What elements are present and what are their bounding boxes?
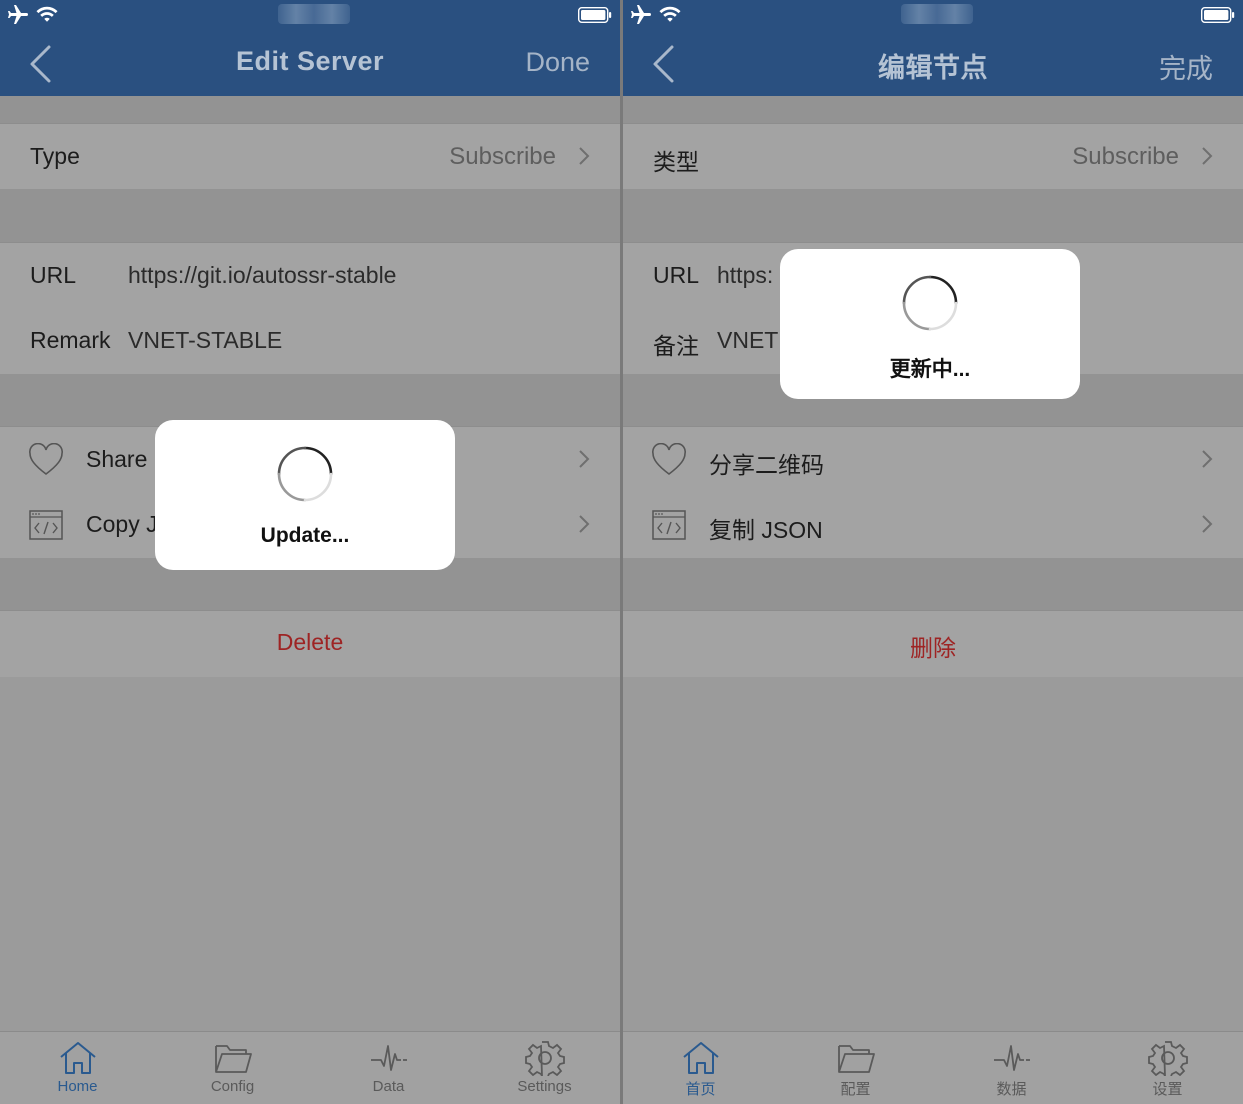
copy-json-label: 复制 JSON xyxy=(709,517,823,543)
tab-config[interactable]: Config xyxy=(155,1032,310,1104)
status-bar-time-blurred xyxy=(901,4,973,24)
tab-settings[interactable]: 设置 xyxy=(1090,1032,1243,1104)
tab-home-label: Home xyxy=(57,1078,98,1095)
tab-bar: 首页 配置 数据 设置 xyxy=(623,1031,1243,1104)
tab-data[interactable]: 数据 xyxy=(934,1032,1089,1104)
chevron-right-icon xyxy=(1202,515,1213,533)
section-spacer xyxy=(0,189,620,242)
url-label: URL xyxy=(653,262,700,288)
folder-icon xyxy=(215,1045,252,1073)
home-icon xyxy=(60,1042,96,1074)
section-spacer xyxy=(0,96,620,123)
url-label: URL xyxy=(30,262,77,288)
type-value: Subscribe xyxy=(1072,143,1179,170)
tab-data-label: 数据 xyxy=(996,1081,1027,1098)
type-label: 类型 xyxy=(653,149,699,175)
pulse-icon xyxy=(371,1045,407,1071)
remark-field[interactable]: VNET-STABLE xyxy=(128,327,282,354)
section-spacer xyxy=(623,189,1243,242)
done-button[interactable]: 完成 xyxy=(1159,47,1213,86)
url-field[interactable]: https://git.io/autossr-stable xyxy=(128,262,396,289)
copy-json-label: Copy J xyxy=(86,511,158,537)
screenshot-root: Edit Server Done Type Subscribe URL http… xyxy=(0,0,1243,1104)
copy-json-row[interactable]: 复制 JSON xyxy=(623,492,1243,558)
tab-data-label: Data xyxy=(372,1078,405,1095)
airplane-icon xyxy=(631,5,651,24)
phone-english: Edit Server Done Type Subscribe URL http… xyxy=(0,0,620,1104)
share-row[interactable]: 分享二维码 xyxy=(623,426,1243,493)
chevron-right-icon xyxy=(1202,450,1213,468)
share-label: Share xyxy=(86,446,148,472)
tab-config[interactable]: 配置 xyxy=(778,1032,933,1104)
remark-label: 备注 xyxy=(653,333,699,359)
heart-icon xyxy=(29,443,63,476)
tab-settings[interactable]: Settings xyxy=(467,1032,620,1104)
airplane-icon xyxy=(8,5,28,24)
tab-data[interactable]: Data xyxy=(311,1032,466,1104)
hud-status-text: 更新中... xyxy=(889,358,971,381)
delete-button[interactable]: 删除 xyxy=(623,629,1243,663)
hud-status-text: Update... xyxy=(260,524,350,547)
folder-icon xyxy=(838,1045,875,1073)
code-window-icon xyxy=(29,510,63,540)
page-title: 编辑节点 xyxy=(878,53,988,83)
tab-settings-label: Settings xyxy=(517,1078,572,1095)
wifi-icon xyxy=(36,6,58,22)
phone-chinese: 编辑节点 完成 类型 Subscribe URL https: 备注 VNET … xyxy=(623,0,1243,1104)
battery-icon xyxy=(1201,7,1235,23)
url-row[interactable]: URL https://git.io/autossr-stable xyxy=(0,242,620,309)
remark-label: Remark xyxy=(30,327,111,353)
tab-settings-label: 设置 xyxy=(1152,1081,1183,1098)
type-label: Type xyxy=(30,143,80,169)
progress-hud: 更新中... xyxy=(780,249,1080,399)
chevron-right-icon xyxy=(579,515,590,533)
section-spacer xyxy=(623,558,1243,610)
type-row[interactable]: Type Subscribe xyxy=(0,123,620,190)
tab-config-label: 配置 xyxy=(840,1081,871,1098)
delete-row[interactable]: Delete xyxy=(0,610,620,677)
remark-row[interactable]: Remark VNET-STABLE xyxy=(0,308,620,374)
done-button[interactable]: Done xyxy=(525,47,590,78)
pulse-icon xyxy=(994,1045,1030,1071)
nav-bar: 编辑节点 完成 xyxy=(623,30,1243,96)
status-bar-time-blurred xyxy=(278,4,350,24)
progress-hud: Update... xyxy=(155,420,455,570)
section-spacer xyxy=(0,374,620,426)
nav-bar: Edit Server Done xyxy=(0,30,620,96)
spinner-icon xyxy=(277,446,333,502)
tab-home[interactable]: Home xyxy=(0,1032,155,1104)
section-spacer xyxy=(623,96,1243,123)
heart-icon xyxy=(652,443,686,476)
url-field[interactable]: https: xyxy=(717,262,773,289)
gear-icon xyxy=(525,1041,565,1076)
remark-field[interactable]: VNET xyxy=(717,327,778,354)
chevron-right-icon xyxy=(579,450,590,468)
chevron-right-icon xyxy=(579,147,590,165)
home-icon xyxy=(683,1042,719,1074)
spinner-icon xyxy=(902,275,958,331)
status-bar xyxy=(0,0,620,30)
status-bar xyxy=(623,0,1243,30)
tab-config-label: Config xyxy=(210,1078,255,1095)
tab-home-label: 首页 xyxy=(685,1081,716,1098)
delete-row[interactable]: 删除 xyxy=(623,610,1243,677)
code-window-icon xyxy=(652,510,686,540)
delete-button[interactable]: Delete xyxy=(0,629,620,656)
type-value: Subscribe xyxy=(449,143,556,170)
gear-icon xyxy=(1148,1041,1188,1076)
chevron-right-icon xyxy=(1202,147,1213,165)
tab-bar: Home Config Data Settings xyxy=(0,1031,620,1104)
wifi-icon xyxy=(659,6,681,22)
battery-icon xyxy=(578,7,612,23)
share-label: 分享二维码 xyxy=(709,452,824,478)
type-row[interactable]: 类型 Subscribe xyxy=(623,123,1243,190)
tab-home[interactable]: 首页 xyxy=(623,1032,778,1104)
